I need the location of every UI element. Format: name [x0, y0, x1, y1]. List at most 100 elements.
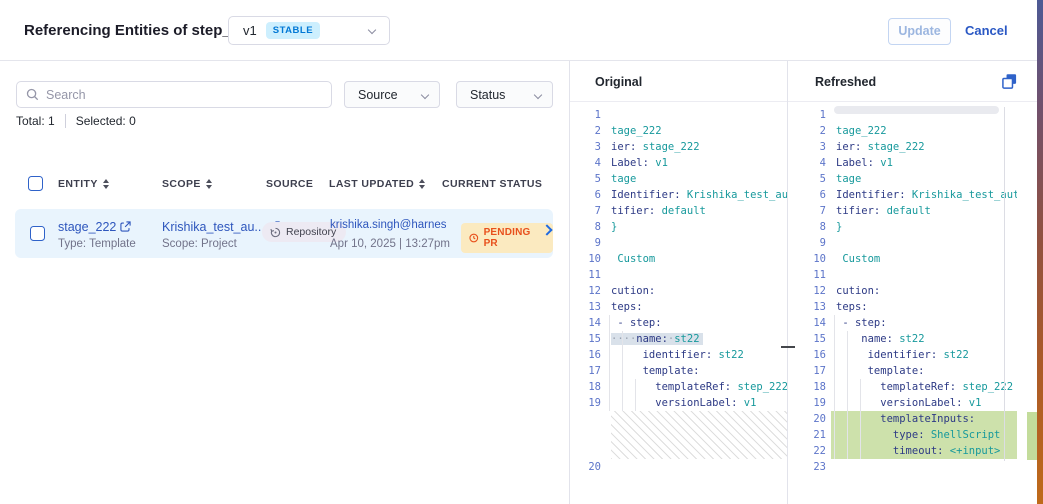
code-line: 17 template: — [788, 363, 1017, 379]
source-filter-label: Source — [358, 88, 398, 102]
indent-guide — [834, 443, 835, 459]
line-number: 2 — [570, 123, 606, 139]
line-number: 4 — [570, 155, 606, 171]
code-line: 14 - step: — [788, 315, 1017, 331]
sort-icon[interactable] — [206, 179, 212, 189]
code-line: 8} — [788, 219, 1017, 235]
entity-cell: stage_222 Type: Template — [58, 218, 136, 250]
status-filter-label: Status — [470, 88, 505, 102]
line-number: 19 — [570, 395, 606, 411]
line-number: 12 — [788, 283, 831, 299]
dialog-header: Referencing Entities of step_222 v1 STAB… — [0, 0, 1037, 61]
line-number: 10 — [788, 251, 831, 267]
window-edge-artifact — [1037, 0, 1043, 504]
line-number: 15 — [570, 331, 606, 347]
code-line: 13teps: — [570, 299, 787, 315]
select-all-checkbox[interactable] — [28, 176, 43, 191]
code-line: 8} — [570, 219, 787, 235]
chevron-down-icon — [421, 90, 429, 98]
diff-sash-handle[interactable] — [781, 346, 795, 348]
column-header-entity[interactable]: ENTITY — [58, 178, 109, 190]
indent-guide — [635, 395, 636, 411]
table-row[interactable]: stage_222 Type: Template Krishika_test_a… — [15, 209, 553, 258]
code-line: 10 Custom — [570, 251, 787, 267]
indent-guide — [834, 379, 835, 395]
stable-badge: STABLE — [266, 22, 320, 39]
original-code-pane[interactable]: 12tage_2223ier: stage_2224Label: v15tage… — [570, 107, 787, 475]
source-filter-select[interactable]: Source — [344, 81, 440, 108]
indent-guide — [860, 411, 861, 427]
code-line: 16 identifier: st22 — [788, 347, 1017, 363]
scope-link[interactable]: Krishika_test_au... — [162, 220, 265, 234]
line-number: 10 — [570, 251, 606, 267]
cancel-button[interactable]: Cancel — [965, 23, 1008, 38]
code-line: 16 identifier: st22 — [570, 347, 787, 363]
horizontal-scrollbar[interactable] — [834, 106, 999, 114]
indent-guide — [834, 347, 835, 363]
code-line: 23 — [788, 459, 1017, 475]
code-line: 13teps: — [788, 299, 1017, 315]
column-header-last-updated[interactable]: LAST UPDATED — [329, 178, 425, 190]
code-line: 20+ templateInputs: — [788, 411, 1017, 427]
indent-guide — [609, 347, 610, 363]
indent-guide — [609, 363, 610, 379]
line-number: 17 — [788, 363, 831, 379]
line-number: 12 — [570, 283, 606, 299]
external-link-icon[interactable] — [120, 221, 131, 232]
line-number: 5 — [570, 171, 606, 187]
code-line: 12cution: — [788, 283, 1017, 299]
indent-guide — [834, 363, 835, 379]
line-number: 9 — [788, 235, 831, 251]
total-count: Total: 1 — [16, 114, 55, 128]
indent-guide — [635, 379, 636, 395]
indent-guide — [847, 379, 848, 395]
indent-guide — [834, 331, 835, 347]
code-line: 2tage_222 — [570, 123, 787, 139]
refreshed-pane-title: Refreshed — [815, 75, 876, 89]
code-line: 19 versionLabel: v1 — [788, 395, 1017, 411]
line-number: 8 — [570, 219, 606, 235]
line-number: 20 — [570, 459, 606, 475]
selected-count: Selected: 0 — [76, 114, 136, 128]
code-line: 18 templateRef: step_222 — [570, 379, 787, 395]
version-select[interactable]: v1 STABLE — [228, 16, 390, 45]
code-line: 7tifier: default — [788, 203, 1017, 219]
status-badge: PENDING PR — [461, 223, 553, 253]
line-number: 23 — [788, 459, 831, 475]
search-input[interactable] — [46, 88, 331, 102]
code-line: 9 — [788, 235, 1017, 251]
updated-by-link[interactable]: krishika.singh@harnes... — [330, 219, 446, 231]
code-line: 18 templateRef: step_222 — [788, 379, 1017, 395]
code-line: 22+ timeout: <+input> — [788, 443, 1017, 459]
line-number: 7 — [570, 203, 606, 219]
pane-divider — [787, 61, 788, 504]
copy-icon[interactable] — [1001, 73, 1018, 90]
line-number: 14 — [570, 315, 606, 331]
row-checkbox[interactable] — [30, 226, 45, 241]
sort-icon[interactable] — [419, 179, 425, 189]
entity-type: Type: Template — [58, 238, 136, 250]
status-badge-label: PENDING PR — [484, 227, 545, 249]
status-filter-select[interactable]: Status — [456, 81, 553, 108]
entity-link[interactable]: stage_222 — [58, 220, 116, 234]
version-label: v1 — [243, 23, 257, 38]
code-line: 10 Custom — [788, 251, 1017, 267]
original-pane-title: Original — [595, 75, 642, 89]
diff-viewer: Original Refreshed 12tage_2223ier: stage… — [569, 61, 1037, 504]
refreshed-code-pane[interactable]: 12tage_2223ier: stage_2224Label: v15tage… — [788, 107, 1017, 475]
code-line: 11 — [570, 267, 787, 283]
line-number: 2 — [788, 123, 831, 139]
source-chip-label: Repository — [286, 226, 336, 238]
line-number: 13 — [788, 299, 831, 315]
update-button[interactable]: Update — [888, 18, 951, 45]
code-line: 1 — [570, 107, 787, 123]
indent-guide — [834, 427, 835, 443]
sort-icon[interactable] — [103, 179, 109, 189]
page-title: Referencing Entities of step_222 — [24, 22, 256, 39]
line-number: 6 — [788, 187, 831, 203]
indent-guide — [834, 395, 835, 411]
indent-guide — [622, 331, 623, 347]
chevron-down-icon — [534, 90, 542, 98]
line-number: 22+ — [788, 443, 831, 459]
column-header-scope[interactable]: SCOPE — [162, 178, 212, 190]
